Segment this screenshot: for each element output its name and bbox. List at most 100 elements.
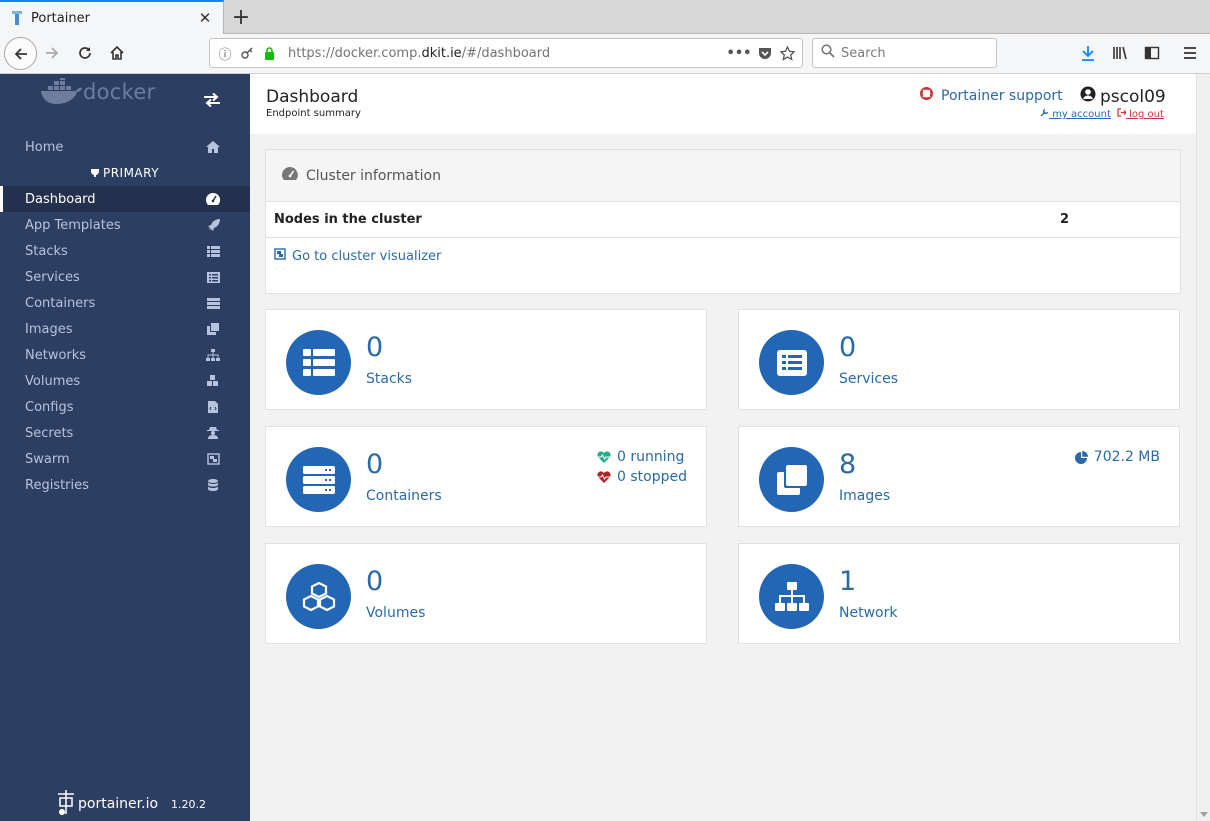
- page-subtitle: Endpoint summary: [266, 108, 361, 119]
- close-tab-icon[interactable]: ✕: [195, 8, 215, 28]
- arrow-left-icon: [14, 47, 27, 60]
- database-icon: [206, 478, 220, 492]
- cluster-info-title: Cluster information: [306, 167, 441, 184]
- home-icon: [206, 140, 220, 154]
- networks-widget[interactable]: 1 Network: [738, 543, 1180, 644]
- sidebar-item-volumes[interactable]: Volumes: [0, 368, 250, 394]
- page-scrollbar[interactable]: [1196, 74, 1210, 821]
- nodes-value: 2: [1060, 212, 1070, 227]
- services-widget[interactable]: 0 Services: [738, 309, 1180, 410]
- object-group-icon: [206, 452, 220, 466]
- hamburger-menu-icon: [1184, 47, 1196, 59]
- portainer-logo-icon: [56, 788, 76, 820]
- sidebar-item-swarm[interactable]: Swarm: [0, 446, 250, 472]
- sidebar-item-label: Registries: [25, 477, 89, 493]
- account-links: my account log out: [1040, 108, 1164, 120]
- docker-brand-text: docker: [83, 80, 156, 104]
- pocket-icon[interactable]: [754, 42, 776, 64]
- sidebar: docker Home PRIMARY Dashboard App Templa…: [0, 74, 250, 821]
- sidebar-item-services[interactable]: Services: [0, 264, 250, 290]
- sidebar-item-images[interactable]: Images: [0, 316, 250, 342]
- forward-button[interactable]: [40, 41, 64, 65]
- tachometer-icon: [282, 167, 298, 184]
- sidebar-item-label: Stacks: [25, 243, 68, 259]
- portainer-brand-text: portainer.io: [78, 796, 159, 812]
- list-icon: [206, 244, 220, 258]
- user-secret-icon: [206, 426, 220, 440]
- menu-button[interactable]: [1178, 41, 1202, 65]
- images-widget[interactable]: 8 Images 702.2 MB: [738, 426, 1180, 527]
- volumes-label: Volumes: [366, 605, 426, 621]
- volumes-widget[interactable]: 0 Volumes: [265, 543, 707, 644]
- sidebar-toggle-button[interactable]: [1140, 41, 1164, 65]
- search-placeholder: Search: [841, 45, 886, 61]
- list-alt-icon: [206, 270, 220, 284]
- nodes-label: Nodes in the cluster: [274, 212, 422, 227]
- library-button[interactable]: [1108, 41, 1132, 65]
- networks-count: 1: [839, 566, 857, 597]
- images-label: Images: [839, 488, 891, 504]
- my-account-link[interactable]: my account: [1040, 108, 1111, 120]
- sidebar-item-label: Images: [25, 321, 73, 337]
- arrow-right-icon: [46, 47, 59, 59]
- clone-icon: [206, 322, 220, 336]
- images-count: 8: [839, 449, 857, 480]
- sidebar-item-label: App Templates: [25, 217, 121, 233]
- cluster-info-panel: Cluster information Nodes in the cluster…: [265, 149, 1181, 294]
- images-size: 702.2 MB: [1074, 447, 1160, 467]
- info-icon[interactable]: ⓘ: [214, 42, 236, 64]
- sidebar-item-networks[interactable]: Networks: [0, 342, 250, 368]
- sidebar-item-label: Swarm: [25, 451, 70, 467]
- sign-out-icon: [1117, 108, 1129, 120]
- scroll-down-arrow-icon[interactable]: [1200, 812, 1208, 817]
- cluster-visualizer-link[interactable]: Go to cluster visualizer: [274, 248, 1180, 264]
- reload-button[interactable]: [73, 41, 97, 65]
- heartbeat-icon: [597, 471, 611, 483]
- new-tab-icon[interactable]: +: [229, 5, 253, 30]
- home-icon: [110, 45, 124, 60]
- sidebar-item-label: Volumes: [25, 373, 81, 389]
- list-alt-icon: [759, 330, 824, 395]
- stacks-label: Stacks: [366, 371, 413, 387]
- exchange-icon[interactable]: [203, 92, 221, 111]
- stacks-widget[interactable]: 0 Stacks: [265, 309, 707, 410]
- sidebar-footer: portainer.io 1.20.2: [56, 788, 206, 820]
- page-title: Dashboard: [266, 87, 359, 107]
- services-label: Services: [839, 371, 899, 387]
- browser-tab[interactable]: Portainer ✕: [0, 0, 224, 34]
- back-button[interactable]: [4, 37, 37, 70]
- home-button[interactable]: [105, 41, 129, 65]
- browser-search-input[interactable]: Search: [812, 38, 997, 68]
- sidebar-item-label: Networks: [25, 347, 87, 363]
- sidebar-icon: [1144, 46, 1160, 60]
- sidebar-item-configs[interactable]: Configs: [0, 394, 250, 420]
- url-text[interactable]: https://docker.comp.dkit.ie/#/dashboard: [288, 46, 728, 61]
- library-icon: [1113, 46, 1127, 60]
- sidebar-item-secrets[interactable]: Secrets: [0, 420, 250, 446]
- containers-count: 0: [366, 449, 384, 480]
- server-icon: [286, 447, 351, 512]
- sidebar-item-registries[interactable]: Registries: [0, 472, 250, 498]
- cubes-icon: [286, 564, 351, 629]
- url-bar[interactable]: ⓘ https://docker.comp.dkit.ie/#/dashboar…: [209, 38, 803, 68]
- downloads-button[interactable]: [1076, 41, 1100, 65]
- wrench-icon: [1040, 108, 1052, 120]
- sidebar-item-dashboard[interactable]: Dashboard: [0, 186, 250, 212]
- sidebar-item-home[interactable]: Home: [0, 134, 250, 160]
- containers-widget[interactable]: 0 Containers 0 running 0 stopped: [265, 426, 707, 527]
- list-icon: [286, 330, 351, 395]
- bookmark-star-icon[interactable]: [776, 42, 798, 64]
- sidebar-item-label: Home: [25, 139, 64, 155]
- sitemap-icon: [206, 348, 220, 362]
- logout-link[interactable]: log out: [1117, 108, 1164, 120]
- portainer-support-link[interactable]: Portainer support: [920, 87, 1063, 104]
- sidebar-item-app-templates[interactable]: App Templates: [0, 212, 250, 238]
- heartbeat-icon: [597, 451, 611, 463]
- containers-status: 0 running 0 stopped: [597, 447, 687, 487]
- stacks-count: 0: [366, 332, 384, 363]
- sidebar-item-containers[interactable]: Containers: [0, 290, 250, 316]
- sidebar-item-stacks[interactable]: Stacks: [0, 238, 250, 264]
- page-actions-icon[interactable]: •••: [727, 42, 752, 64]
- endpoint-name: PRIMARY: [0, 164, 250, 182]
- main-content: Dashboard Endpoint summary Portainer sup…: [250, 74, 1196, 821]
